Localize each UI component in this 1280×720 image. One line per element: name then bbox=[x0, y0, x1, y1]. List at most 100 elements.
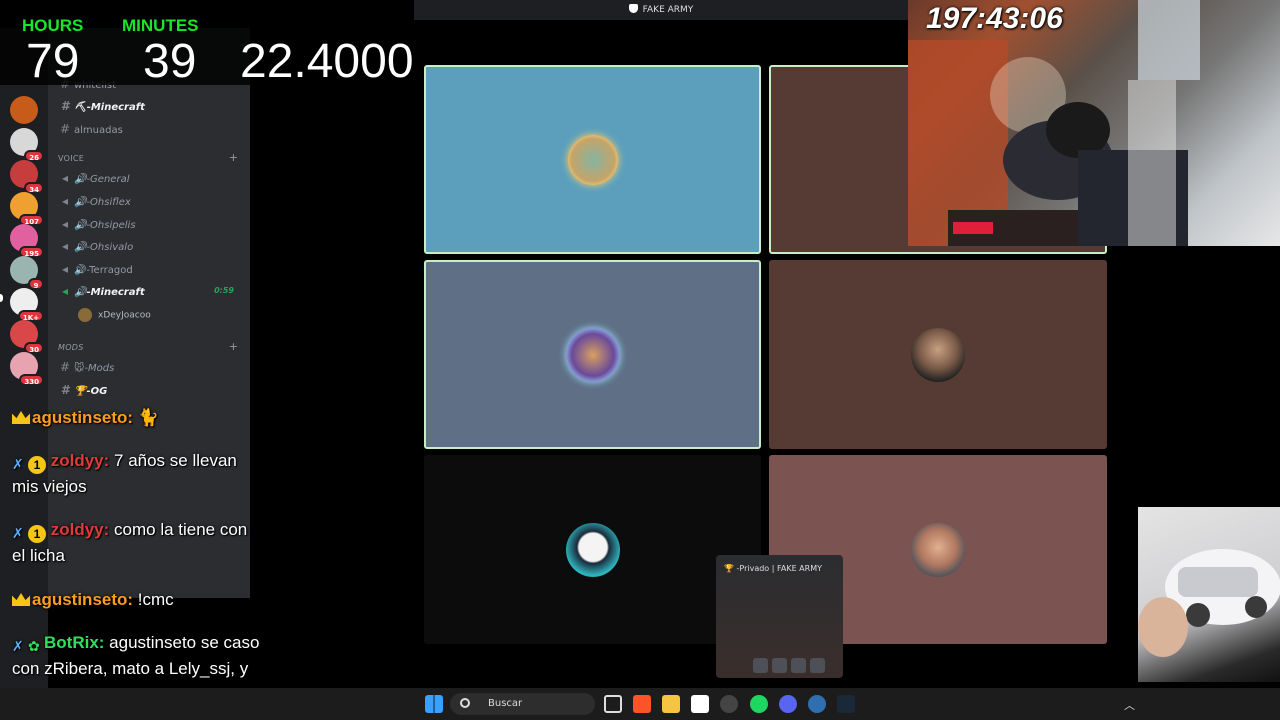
taskbar bbox=[0, 688, 1280, 720]
mini-popup-title: 🏆 -Privado | FAKE ARMY bbox=[724, 564, 822, 573]
server-icon[interactable]: 30 bbox=[10, 320, 44, 354]
sword-icon: ✗ bbox=[12, 456, 24, 472]
server-icon[interactable]: 330 bbox=[10, 352, 44, 386]
chat-username: zoldyy: bbox=[50, 520, 110, 539]
server-icon[interactable]: 34 bbox=[10, 160, 44, 194]
voice-channel-minecraft[interactable]: ◂ 🔊-Minecraft 0:59 bbox=[56, 281, 242, 301]
participant-avatar bbox=[565, 522, 620, 577]
category-voice[interactable]: VOICE bbox=[58, 154, 84, 163]
steam-icon[interactable] bbox=[837, 695, 855, 713]
chat-text: 7 años se llevan mis viejos bbox=[12, 451, 237, 496]
sub-badge-icon: 1 bbox=[28, 456, 46, 474]
webcam-hands bbox=[1138, 507, 1280, 682]
voice-channel-ohsivalo[interactable]: ◂ 🔊-Ohsivalo bbox=[56, 236, 242, 256]
sub-badge-icon: 1 bbox=[28, 525, 46, 543]
chat-username: agustinseto: bbox=[32, 408, 134, 427]
channel-label: 🔊-Terragod bbox=[74, 265, 133, 276]
webcam-hands-scene bbox=[1138, 549, 1280, 657]
server-icon-fakearmy[interactable] bbox=[10, 96, 38, 124]
speaker-icon: ◂ bbox=[61, 171, 69, 185]
server-shield-icon bbox=[628, 4, 638, 13]
active-server-pill bbox=[0, 294, 3, 302]
discord-icon[interactable] bbox=[779, 695, 797, 713]
hash-icon: # bbox=[59, 360, 71, 374]
server-icon[interactable]: 107 bbox=[10, 192, 44, 226]
webcam-main bbox=[908, 0, 1280, 246]
participant-tile[interactable] bbox=[424, 260, 761, 449]
mini-call-popup[interactable]: 🏆 -Privado | FAKE ARMY bbox=[716, 555, 843, 678]
obs-icon[interactable] bbox=[720, 695, 738, 713]
hours-label: HOURS bbox=[22, 16, 84, 35]
voice-user[interactable]: xDeyJoacoo bbox=[78, 308, 151, 322]
stream-countdown: 197:43:06 bbox=[926, 2, 1063, 35]
participant-tile[interactable] bbox=[424, 65, 761, 254]
participant-avatar bbox=[567, 134, 618, 185]
stream-timer-overlay: HOURS MINUTES 79 39 22.4000 bbox=[0, 10, 413, 88]
server-icon[interactable]: 26 bbox=[10, 128, 44, 162]
unread-badge: 9 bbox=[28, 278, 44, 290]
channel-label: 🔊-General bbox=[74, 174, 130, 185]
call-window-title: FAKE ARMY bbox=[414, 0, 908, 20]
participant-avatar bbox=[565, 327, 620, 382]
chat-text: 🐈 bbox=[133, 408, 159, 427]
camera-button[interactable] bbox=[791, 658, 806, 673]
participant-tile[interactable] bbox=[769, 260, 1107, 449]
crown-icon bbox=[12, 411, 30, 424]
voice-channel-general[interactable]: ◂ 🔊-General bbox=[56, 168, 242, 188]
chat-username: zoldyy: bbox=[50, 451, 110, 470]
channel-minecraft[interactable]: # ⛏-Minecraft bbox=[56, 96, 242, 116]
chat-text: como la tiene con el licha bbox=[12, 520, 248, 565]
minutes-value: 39 bbox=[143, 35, 197, 88]
chat-message: ✗ 1 zoldyy: 7 años se llevan mis viejos bbox=[12, 448, 264, 500]
chat-message: ✗ 1 zoldyy: como la tiene con el licha bbox=[12, 517, 264, 569]
file-explorer-icon[interactable] bbox=[662, 695, 680, 713]
channel-label: 🔊-Ohsipelis bbox=[74, 220, 136, 231]
chevron-up-icon[interactable]: ︿ bbox=[1124, 697, 1135, 713]
channel-og[interactable]: # 🏆-OG bbox=[56, 380, 242, 400]
chat-username: agustinseto: bbox=[32, 590, 134, 609]
chat-message: agustinseto: !cmc bbox=[12, 587, 264, 613]
channel-label: 🔊-Ohsivalo bbox=[74, 242, 134, 253]
app-icon[interactable] bbox=[808, 695, 826, 713]
unread-badge: 330 bbox=[19, 374, 44, 386]
speaker-icon: ◂ bbox=[61, 284, 69, 298]
hash-icon: # bbox=[60, 99, 70, 113]
spotify-icon[interactable] bbox=[750, 695, 768, 713]
chat-username: BotRix: bbox=[44, 633, 105, 652]
server-icon[interactable]: 9 bbox=[10, 256, 44, 290]
crown-icon bbox=[12, 593, 30, 606]
participant-tile[interactable] bbox=[424, 455, 761, 644]
capcut-icon[interactable] bbox=[691, 695, 709, 713]
category-mods[interactable]: MODS bbox=[58, 343, 84, 352]
stream-chat: agustinseto: 🐈 ✗ 1 zoldyy: 7 años se llev… bbox=[0, 405, 268, 705]
voice-user-name: xDeyJoacoo bbox=[98, 310, 151, 321]
voice-channel-terragod[interactable]: ◂ 🔊-Terragod bbox=[56, 259, 242, 279]
task-view-icon[interactable] bbox=[604, 695, 622, 713]
call-title-text: FAKE ARMY bbox=[642, 5, 694, 15]
server-icon[interactable]: 195 bbox=[10, 224, 44, 258]
voice-channel-ohsipelis[interactable]: ◂ 🔊-Ohsipelis bbox=[56, 214, 242, 234]
deafen-button[interactable] bbox=[772, 658, 787, 673]
brave-browser-icon[interactable] bbox=[633, 695, 651, 713]
add-channel-icon[interactable]: + bbox=[229, 151, 238, 164]
channel-mods[interactable]: # 🐭-Mods bbox=[56, 357, 242, 377]
windows-start-icon[interactable] bbox=[425, 695, 443, 713]
sword-icon: ✗ bbox=[12, 525, 24, 541]
participant-avatar bbox=[911, 327, 965, 382]
channel-label: ⛏-Minecraft bbox=[74, 102, 145, 113]
seconds-value: 22.4000 bbox=[240, 35, 413, 88]
channel-label: 🏆-OG bbox=[74, 386, 108, 397]
mute-button[interactable] bbox=[753, 658, 768, 673]
sword-icon: ✗ bbox=[12, 638, 24, 654]
server-icon[interactable]: 1K+ bbox=[10, 288, 44, 322]
disconnect-button[interactable] bbox=[810, 658, 825, 673]
speaker-icon: ◂ bbox=[61, 239, 69, 253]
channel-label: 🔊-Minecraft bbox=[74, 287, 145, 298]
channel-almuadas[interactable]: # almuadas bbox=[56, 119, 242, 139]
voice-timer: 0:59 bbox=[214, 286, 234, 295]
add-channel-icon[interactable]: + bbox=[229, 340, 238, 353]
participant-avatar bbox=[911, 522, 965, 577]
taskbar-search[interactable]: Buscar bbox=[450, 693, 595, 715]
voice-channel-ohsiflex[interactable]: ◂ 🔊-Ohsiflex bbox=[56, 191, 242, 211]
hours-value: 79 bbox=[26, 35, 80, 88]
